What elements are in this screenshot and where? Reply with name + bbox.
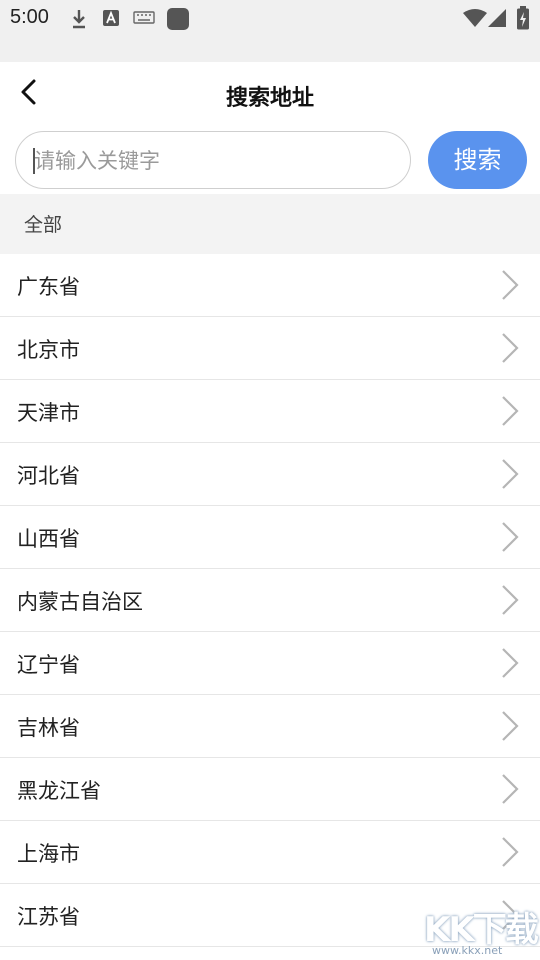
list-item-label: 广东省 (17, 275, 80, 299)
list-item[interactable]: 北京市 (0, 317, 540, 380)
list-item[interactable]: 山西省 (0, 506, 540, 569)
list-item-label: 江苏省 (17, 905, 80, 929)
chevron-right-icon (502, 585, 519, 615)
chevron-right-icon (502, 711, 519, 741)
list-item-label: 黑龙江省 (17, 779, 101, 803)
signal-icon (488, 9, 506, 27)
section-header: 全部 (0, 194, 540, 254)
list-item[interactable]: 上海市 (0, 821, 540, 884)
list-item-label: 北京市 (17, 338, 80, 362)
status-bar: 5:00 (0, 0, 540, 62)
chevron-right-icon (502, 837, 519, 867)
search-input[interactable] (32, 132, 396, 190)
list-item[interactable]: 天津市 (0, 380, 540, 443)
list-item[interactable]: 辽宁省 (0, 632, 540, 695)
section-label: 全部 (24, 214, 63, 236)
search-button[interactable]: 搜索 (428, 131, 527, 189)
wifi-icon (463, 9, 487, 27)
list-item-label: 辽宁省 (17, 653, 80, 677)
chevron-right-icon (502, 459, 519, 489)
status-time: 5:00 (10, 6, 49, 28)
page-title: 搜索地址 (225, 86, 314, 111)
list-item-label: 内蒙古自治区 (17, 590, 143, 614)
list-item-label: 山西省 (17, 527, 80, 551)
chevron-right-icon (502, 774, 519, 804)
search-field[interactable] (15, 131, 411, 190)
list-item[interactable]: 河北省 (0, 443, 540, 506)
chevron-right-icon (502, 648, 519, 678)
download-icon (73, 10, 85, 29)
app-header: 搜索地址 (0, 62, 540, 128)
search-row: 搜索 (0, 128, 540, 194)
keyboard-icon (133, 11, 155, 24)
list-item-label: 上海市 (17, 842, 80, 866)
list-item-label: 河北省 (17, 464, 80, 488)
watermark: KK下载 www.kkx.net (424, 898, 539, 958)
text-a-icon (103, 10, 119, 26)
app-square-icon (167, 8, 189, 30)
text-caret (33, 148, 35, 174)
region-list: 广东省 北京市 天津市 河北省 山西省 内蒙古自治区 辽宁省 吉林省 黑龙江省 … (0, 254, 540, 947)
list-item[interactable]: 内蒙古自治区 (0, 569, 540, 632)
list-item[interactable]: 吉林省 (0, 695, 540, 758)
list-item-label: 吉林省 (17, 716, 80, 740)
list-item[interactable]: 黑龙江省 (0, 758, 540, 821)
list-item[interactable]: 广东省 (0, 254, 540, 317)
list-item-label: 天津市 (17, 401, 80, 425)
chevron-right-icon (502, 396, 519, 426)
chevron-right-icon (502, 333, 519, 363)
chevron-right-icon (502, 522, 519, 552)
chevron-right-icon (502, 270, 519, 300)
watermark-url: www.kkx.net (432, 944, 503, 957)
battery-icon (517, 6, 529, 30)
